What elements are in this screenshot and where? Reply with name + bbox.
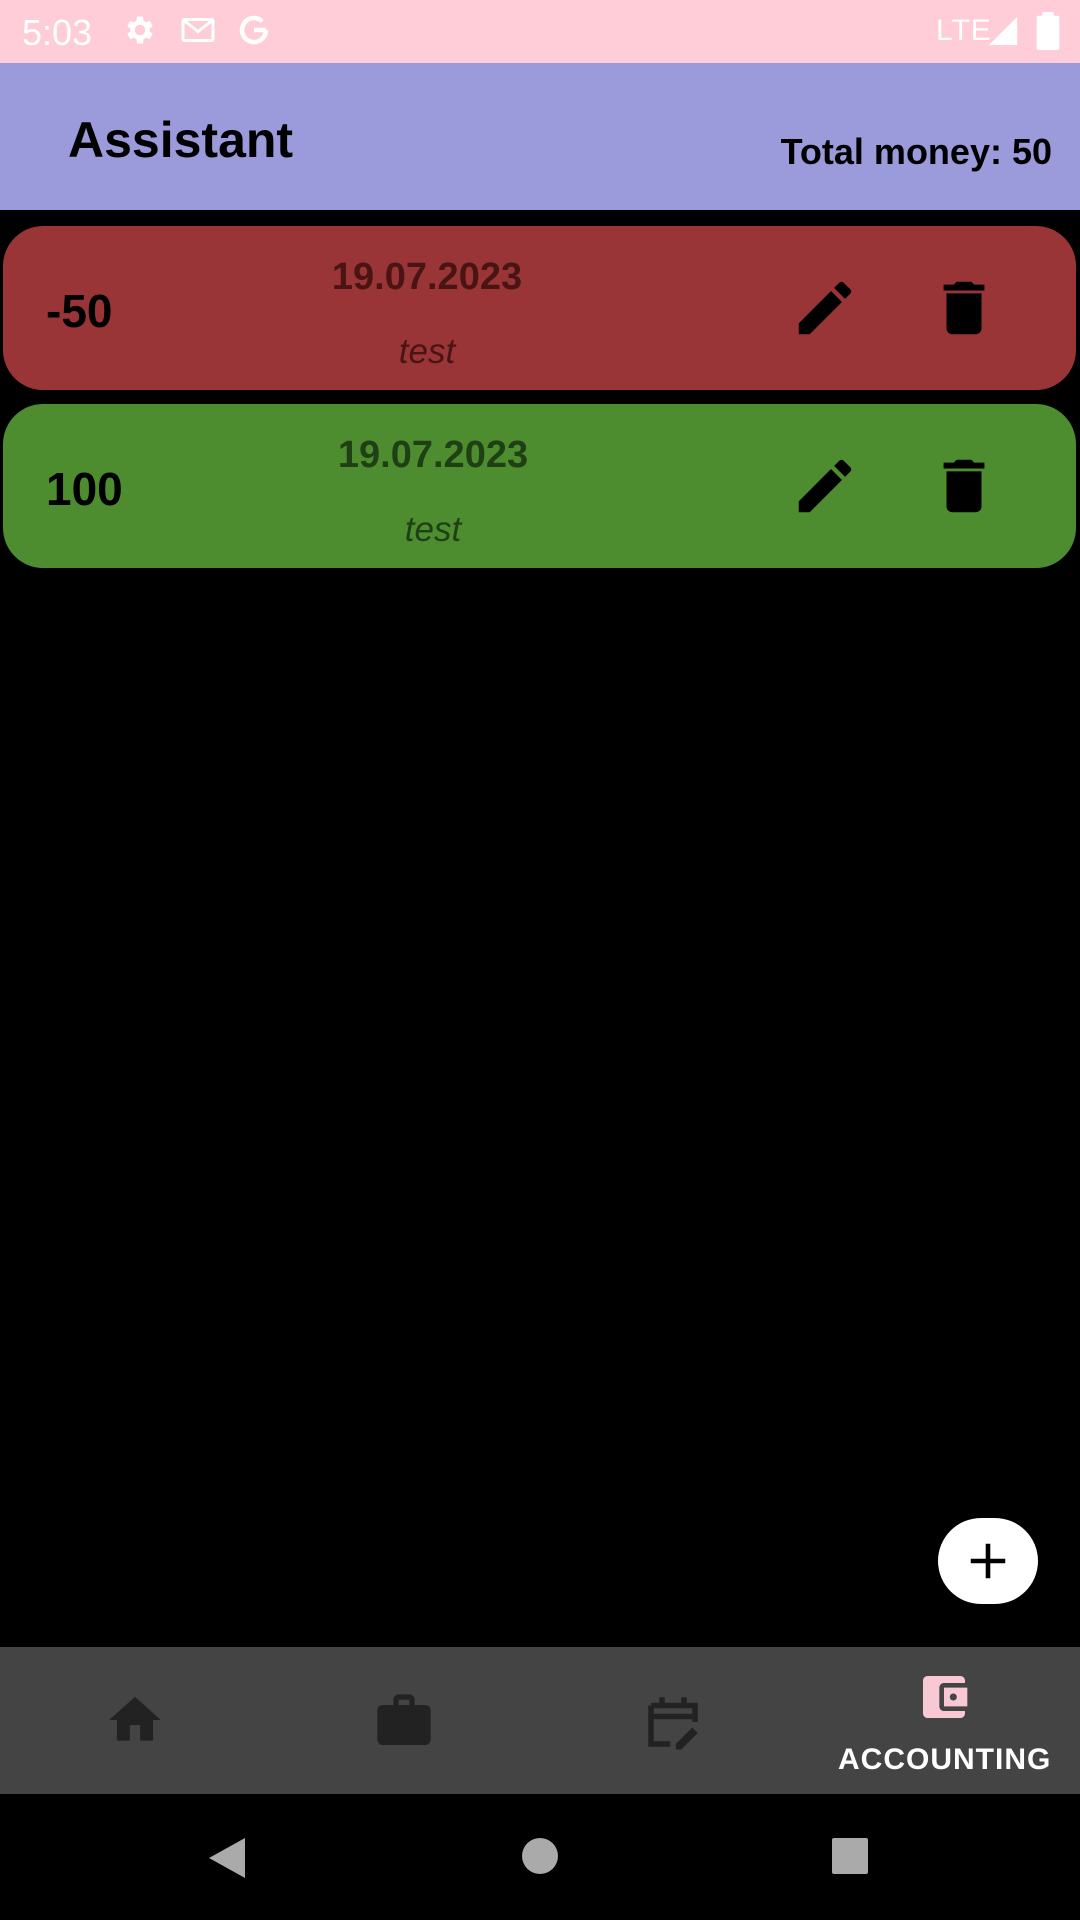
settings-icon <box>122 12 158 53</box>
entry-amount: -50 <box>46 285 113 337</box>
entry-note: test <box>398 332 456 371</box>
google-icon <box>236 12 272 53</box>
signal-icon <box>986 14 1020 53</box>
delete-icon[interactable] <box>929 451 999 521</box>
page-title: Assistant <box>68 112 294 168</box>
delete-icon[interactable] <box>929 273 999 343</box>
battery-icon <box>1036 12 1060 55</box>
nav-item-home[interactable] <box>60 1647 210 1794</box>
calendar-edit-icon <box>640 1689 706 1760</box>
recents-icon[interactable] <box>830 1836 870 1881</box>
entry-amount: 100 <box>46 463 123 515</box>
status-bar: 5:03 LTE <box>0 0 1080 63</box>
bottom-navigation: ACCOUNTING <box>0 1647 1080 1794</box>
edit-icon[interactable] <box>790 451 860 521</box>
nav-item-calendar[interactable] <box>600 1647 750 1794</box>
total-money-label: Total money: 50 <box>780 131 1052 172</box>
home-icon <box>104 1689 166 1756</box>
plus-icon <box>970 1543 1006 1579</box>
app-bar: Assistant Total money: 50 <box>0 63 1080 210</box>
back-icon[interactable] <box>205 1834 249 1887</box>
briefcase-icon <box>372 1689 436 1758</box>
entry-card-income[interactable]: 100 19.07.2023 test <box>3 404 1076 568</box>
entry-date: 19.07.2023 <box>337 434 529 476</box>
entry-note: test <box>404 510 462 549</box>
wallet-icon <box>916 1669 972 1730</box>
home-circle-icon[interactable] <box>520 1836 560 1881</box>
gmail-icon <box>180 12 216 53</box>
entry-card-expense[interactable]: -50 19.07.2023 test <box>3 226 1076 390</box>
edit-icon[interactable] <box>790 273 860 343</box>
network-type: LTE <box>936 14 992 47</box>
status-time: 5:03 <box>22 12 93 53</box>
nav-item-work[interactable] <box>330 1647 480 1794</box>
add-entry-button[interactable] <box>938 1518 1038 1604</box>
nav-label-accounting: ACCOUNTING <box>838 1743 1052 1776</box>
system-navigation-bar <box>0 1794 1080 1920</box>
entry-date: 19.07.2023 <box>331 256 523 298</box>
